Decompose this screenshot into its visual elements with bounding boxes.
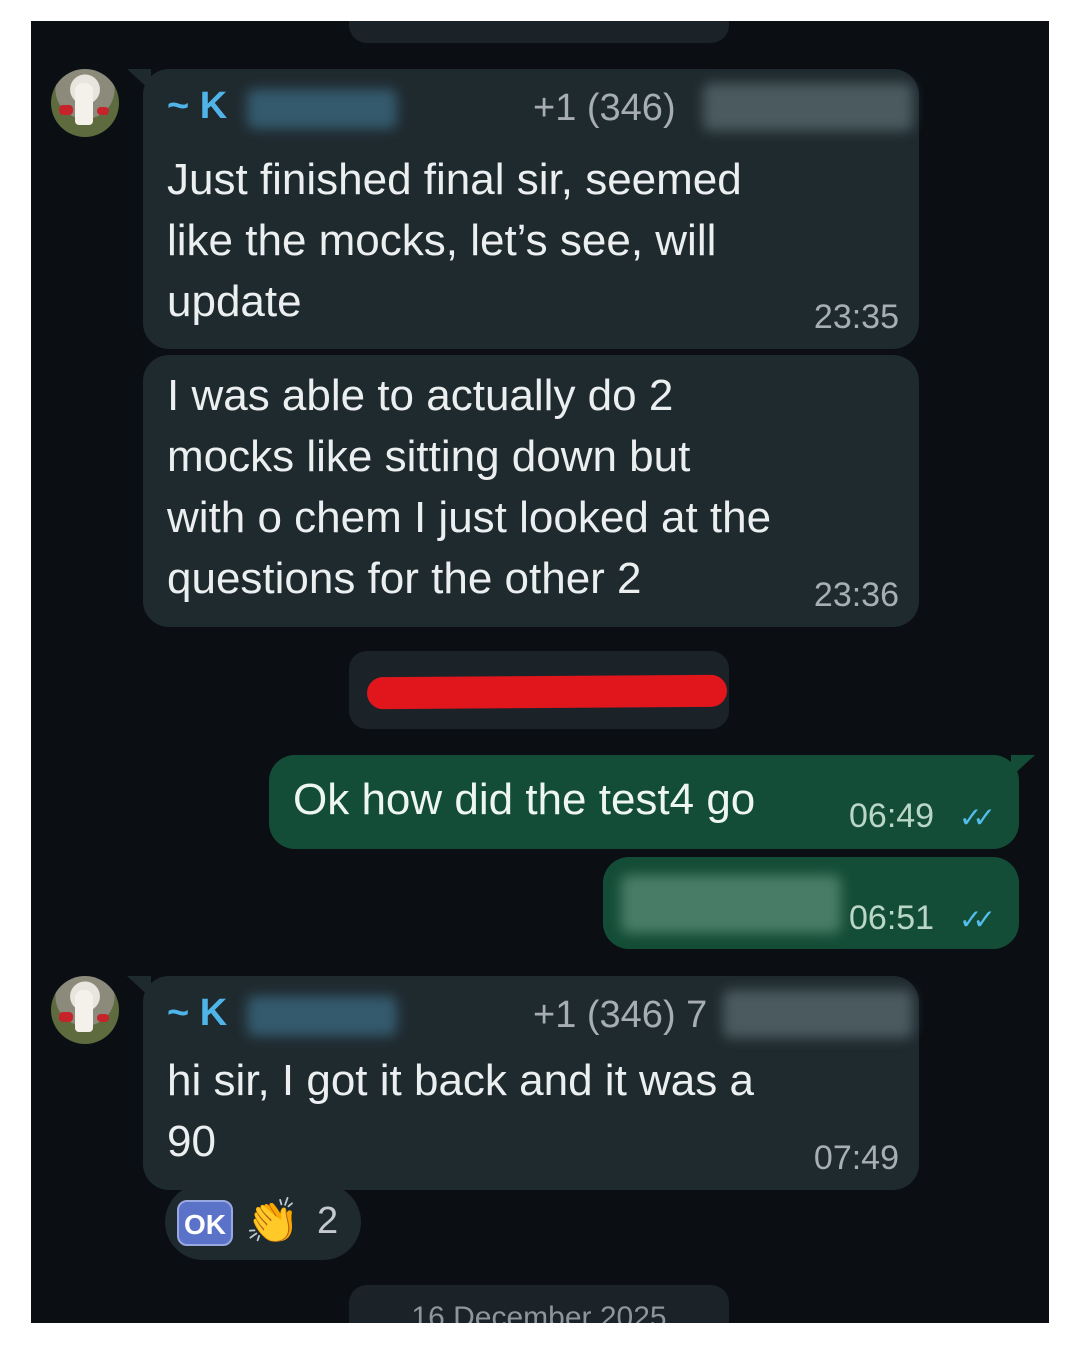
incoming-message[interactable]: I was able to actually do 2 mocks like s… [143,355,919,627]
sender-name[interactable]: ~ K [167,992,227,1035]
sender-phone-redaction [703,83,913,131]
message-text: hi sir, I got it back and it was a 90 [167,1056,754,1166]
outgoing-message[interactable]: 06:51 ✓✓ [603,857,1019,949]
clapping-hands-emoji: 👏 [245,1197,300,1246]
avatar[interactable] [51,69,119,137]
message-time: 06:49 [849,797,935,835]
message-text: I was able to actually do 2 mocks like s… [167,371,772,603]
incoming-message[interactable]: ~ K +1 (346) Just finished final sir, se… [143,69,919,349]
sender-phone[interactable]: +1 (346) [533,87,676,130]
ok-emoji: OK [177,1200,233,1246]
double-check-icon: ✓✓ [959,802,996,833]
message-text: Ok how did the test4 go [293,775,756,824]
sender-phone-redaction [723,990,913,1038]
date-separator-top [349,21,729,43]
incoming-message[interactable]: ~ K +1 (346) 7 hi sir, I got it back and… [143,976,919,1190]
message-time: 07:49 [813,1139,899,1177]
chat-screen: ~ K +1 (346) Just finished final sir, se… [31,21,1049,1323]
date-redaction-mark [366,674,728,710]
message-time: 23:35 [813,298,899,336]
message-text: Just finished final sir, seemed like the… [167,155,742,326]
sender-name-redaction [247,996,397,1036]
double-check-icon: ✓✓ [959,904,996,935]
date-separator-label: 16 December 2025 [411,1301,667,1323]
reaction-count: 2 [317,1200,339,1242]
sender-phone[interactable]: +1 (346) 7 [533,994,707,1037]
sender-name-redaction [247,89,397,129]
message-time: 06:51 [849,899,935,937]
message-redaction [621,875,841,933]
outgoing-message[interactable]: Ok how did the test4 go 06:49 ✓✓ [269,755,1019,849]
date-separator-bottom: 16 December 2025 [349,1285,729,1323]
sender-name[interactable]: ~ K [167,85,227,128]
avatar[interactable] [51,976,119,1044]
reaction-pill[interactable]: OK 👏 2 [165,1184,361,1260]
message-time: 23:36 [813,576,899,614]
